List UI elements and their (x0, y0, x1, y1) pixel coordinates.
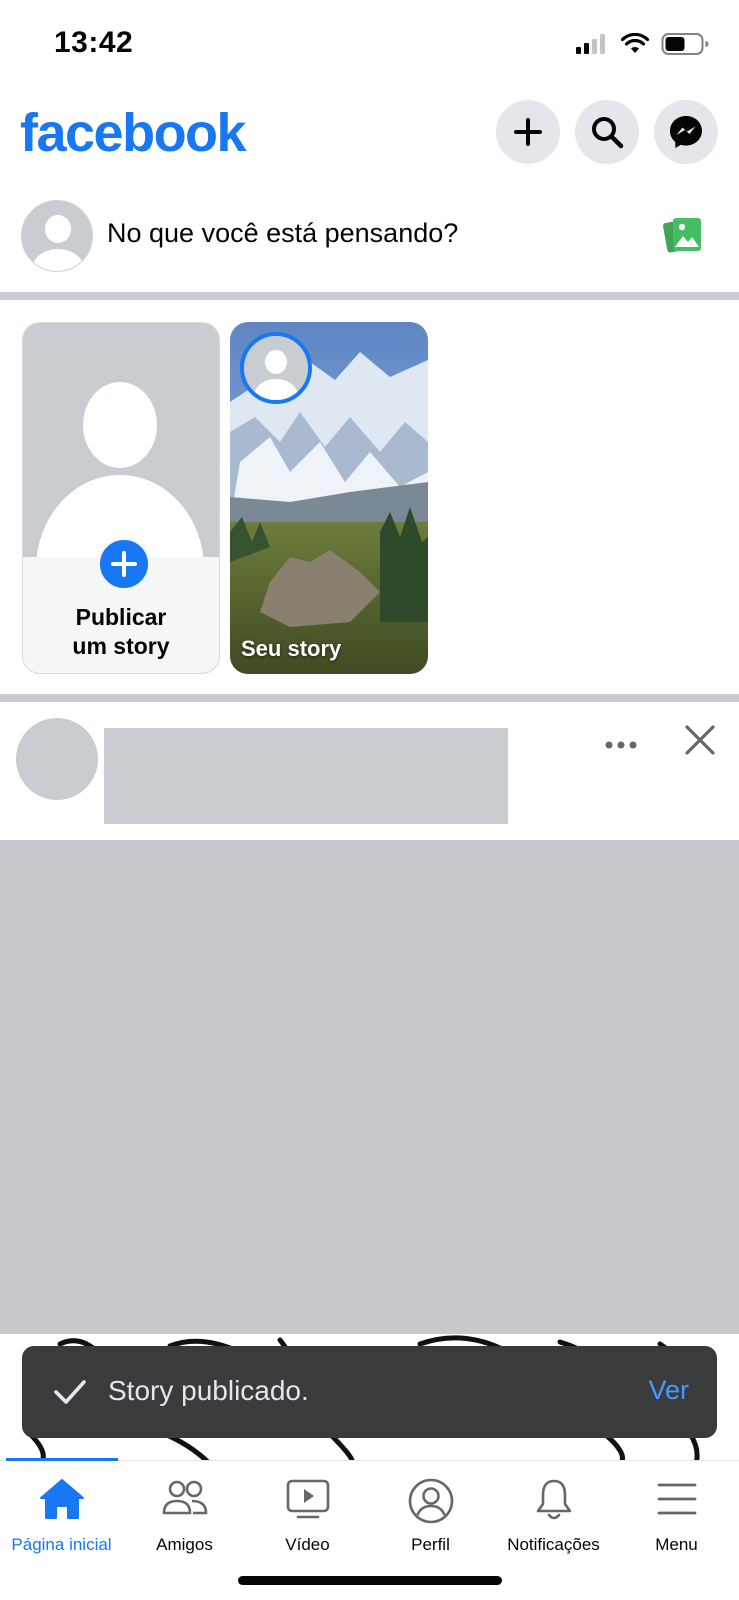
app-header: facebook (0, 96, 739, 170)
post-media-placeholder[interactable] (0, 840, 739, 1334)
messenger-button[interactable] (654, 100, 718, 164)
video-icon (284, 1477, 332, 1526)
post-composer[interactable]: No que você está pensando? (0, 196, 739, 292)
tab-menu[interactable]: Menu (615, 1461, 738, 1561)
create-button[interactable] (496, 100, 560, 164)
menu-icon (653, 1477, 701, 1526)
friends-icon (161, 1477, 209, 1526)
tab-friends[interactable]: Amigos (123, 1461, 246, 1561)
tab-notifications[interactable]: Notificações (492, 1461, 615, 1561)
home-indicator[interactable] (238, 1576, 502, 1585)
stories-tray: Publicar um story Seu story (0, 300, 739, 692)
plus-icon (111, 551, 137, 577)
default-avatar-icon (22, 201, 92, 271)
story-avatar-ring (240, 332, 312, 404)
default-avatar-icon (244, 336, 308, 400)
tab-label: Notificações (507, 1535, 600, 1554)
post-header (0, 700, 739, 840)
plus-icon (514, 118, 542, 146)
section-divider (0, 292, 739, 300)
own-story-card[interactable]: Seu story (230, 322, 428, 674)
tab-label: Página inicial (11, 1535, 112, 1554)
default-avatar-icon (36, 382, 204, 557)
create-story-label: Publicar um story (23, 603, 219, 661)
search-button[interactable] (575, 100, 639, 164)
tab-video[interactable]: Vídeo (246, 1461, 369, 1561)
profile-icon (407, 1477, 455, 1530)
story-published-toast: Story publicado. Ver (22, 1346, 717, 1438)
tab-label: Perfil (411, 1535, 450, 1554)
close-icon (685, 725, 715, 755)
create-story-label-line1: Publicar (75, 604, 167, 630)
signal-icon (576, 34, 605, 54)
own-story-label: Seu story (241, 636, 342, 661)
tab-label: Menu (655, 1535, 698, 1554)
battery-icon (661, 33, 709, 55)
photo-icon (663, 218, 701, 253)
bell-icon (530, 1477, 578, 1528)
view-story-button[interactable]: Ver (648, 1375, 689, 1406)
search-icon (592, 117, 624, 149)
tab-home[interactable]: Página inicial (0, 1461, 123, 1561)
hide-post-button[interactable] (684, 724, 716, 761)
tab-label: Amigos (156, 1535, 213, 1554)
composer-placeholder[interactable]: No que você está pensando? (107, 218, 458, 249)
tab-profile[interactable]: Perfil (369, 1461, 492, 1561)
photo-button[interactable] (663, 216, 703, 259)
wifi-icon (621, 33, 649, 53)
post-options-button[interactable] (604, 738, 638, 757)
post-author-avatar[interactable] (16, 718, 98, 800)
messenger-icon (670, 116, 702, 148)
create-story-card[interactable]: Publicar um story (22, 322, 220, 674)
create-story-label-line2: um story (72, 633, 170, 659)
avatar[interactable] (21, 200, 93, 272)
home-icon (38, 1477, 86, 1526)
add-story-button[interactable] (97, 537, 151, 591)
create-story-avatar (23, 323, 219, 557)
redacted-post-info (104, 728, 508, 824)
status-time: 13:42 (54, 26, 134, 59)
facebook-logo[interactable]: facebook (20, 102, 247, 164)
status-icons (575, 32, 709, 56)
toast-message: Story publicado. (108, 1375, 309, 1406)
tab-label: Vídeo (285, 1535, 330, 1554)
more-icon (605, 741, 637, 749)
check-icon (52, 1374, 88, 1415)
status-bar: 13:42 (0, 0, 739, 90)
